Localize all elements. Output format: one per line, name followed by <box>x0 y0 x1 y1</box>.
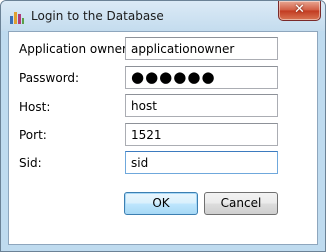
close-button[interactable]: ✕ <box>278 1 321 21</box>
password-label: Password: <box>19 71 80 85</box>
close-icon: ✕ <box>294 2 305 17</box>
password-input[interactable]: ●●●●●● <box>125 66 278 89</box>
title-bar[interactable]: Login to the Database ✕ <box>1 1 325 31</box>
port-input[interactable] <box>125 123 278 146</box>
login-dialog-window: Login to the Database ✕ Application owne… <box>0 0 326 252</box>
sid-label: Sid: <box>19 156 42 170</box>
host-input[interactable] <box>125 94 278 117</box>
dialog-body: Application owner: Password: ●●●●●● Host… <box>8 31 318 245</box>
ok-button[interactable]: OK <box>124 192 198 215</box>
cancel-button[interactable]: Cancel <box>204 192 278 215</box>
sid-input[interactable] <box>125 151 278 174</box>
application-owner-input[interactable] <box>125 37 278 60</box>
port-label: Port: <box>19 128 47 142</box>
window-title: Login to the Database <box>31 9 164 23</box>
application-owner-label: Application owner: <box>19 42 131 56</box>
host-label: Host: <box>19 100 51 114</box>
database-app-icon <box>10 12 24 24</box>
